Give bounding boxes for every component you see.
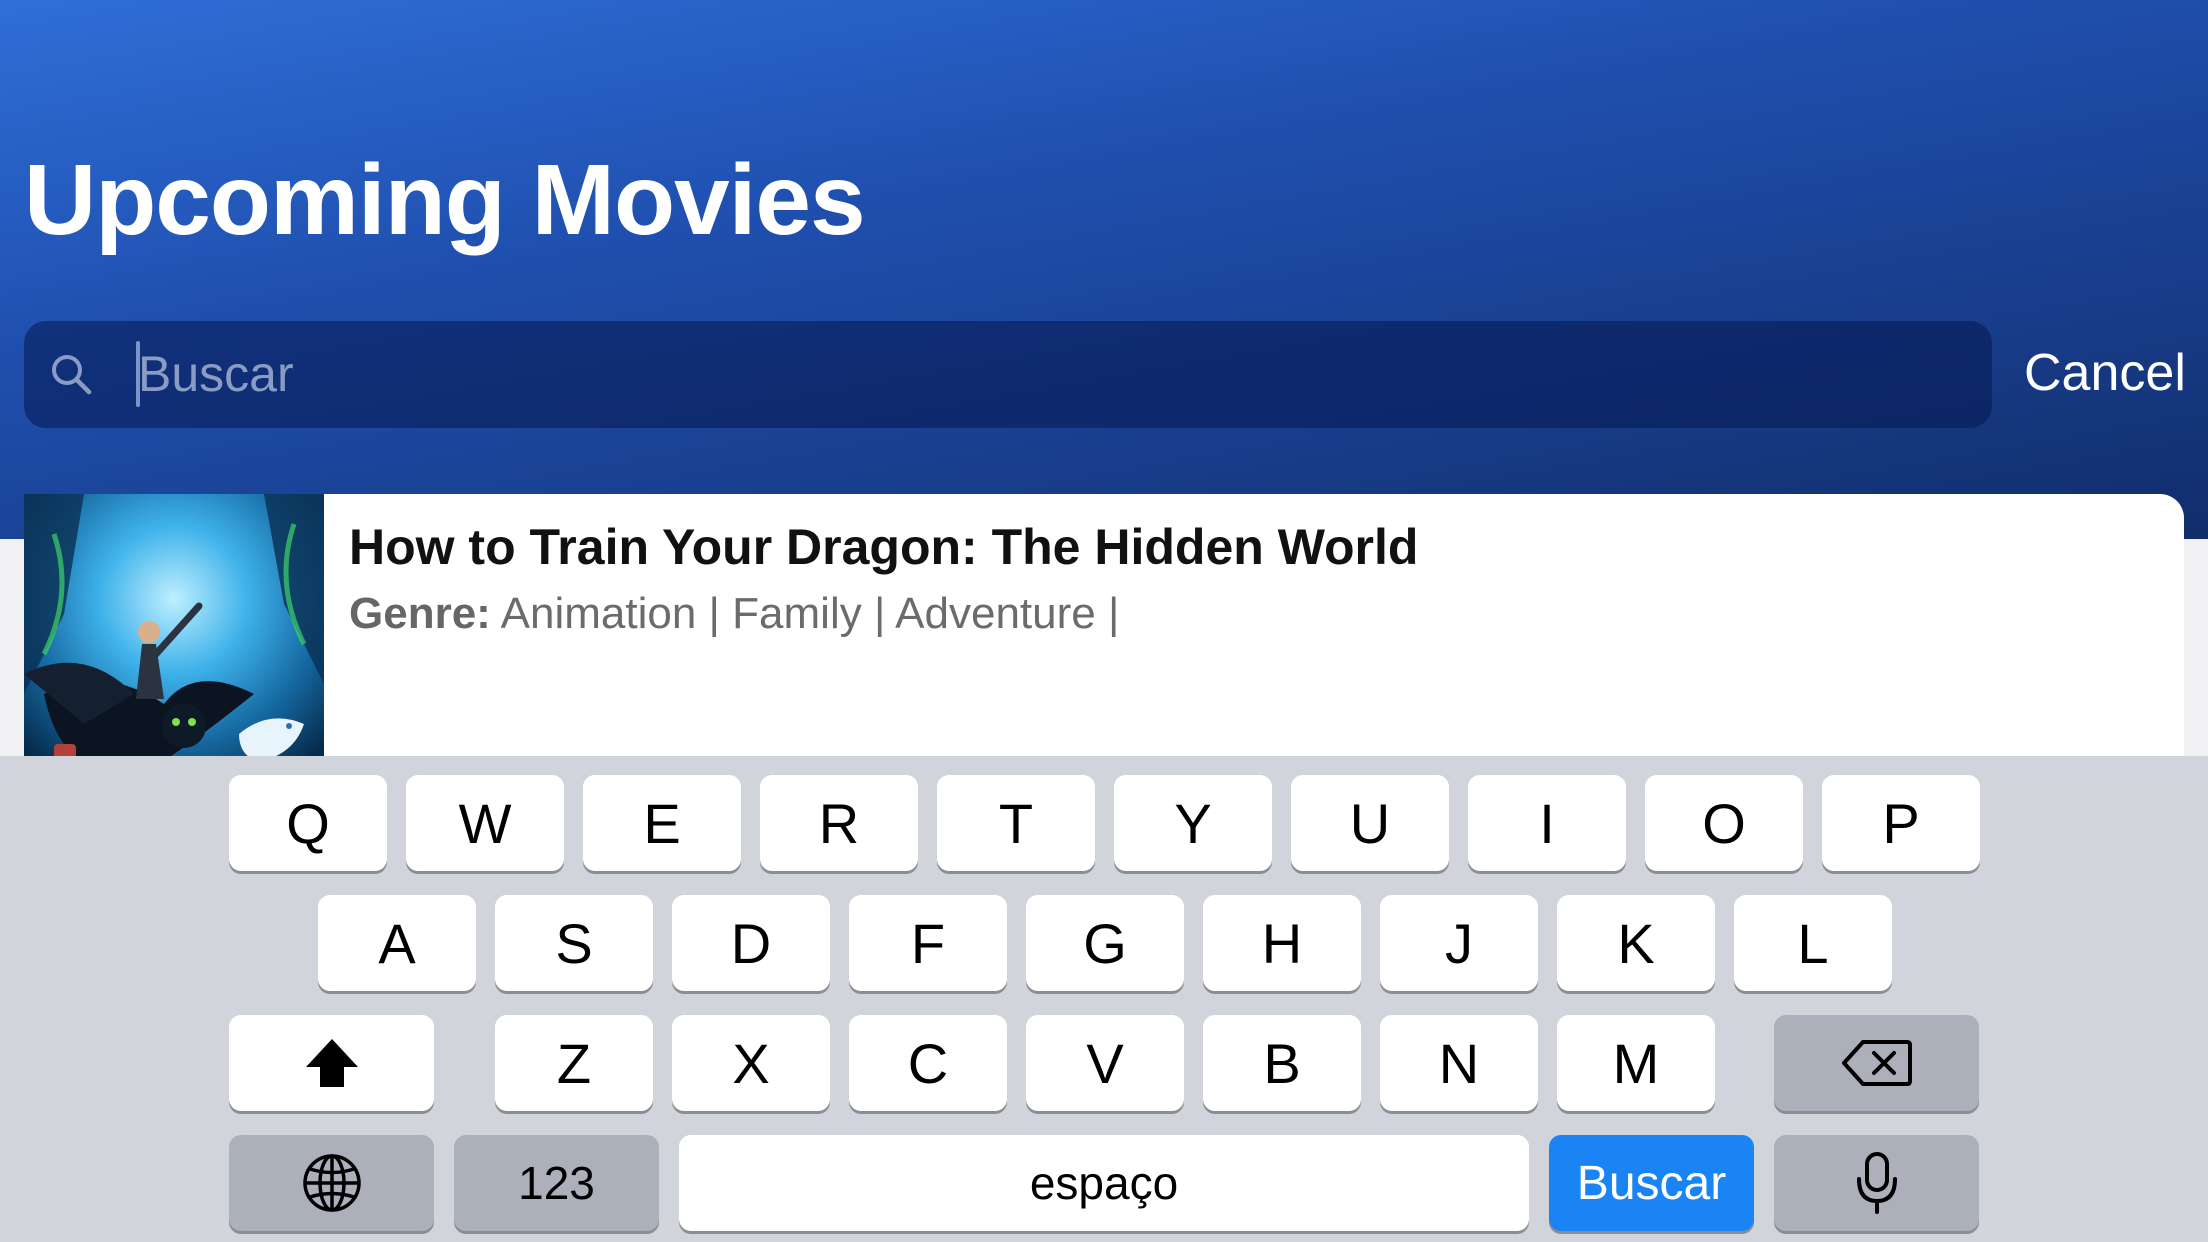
key-j[interactable]: J [1380, 895, 1538, 991]
app-window: Upcoming Movies Buscar Cancel How to Tra… [0, 0, 2208, 1242]
on-screen-keyboard: Q W E R T Y U I O P A S D F G H J K L Z … [0, 756, 2208, 1242]
key-y[interactable]: Y [1114, 775, 1272, 871]
delete-icon [1841, 1040, 1912, 1086]
search-icon [52, 355, 92, 395]
key-h[interactable]: H [1203, 895, 1361, 991]
key-b[interactable]: B [1203, 1015, 1361, 1111]
key-p[interactable]: P [1822, 775, 1980, 871]
key-x[interactable]: X [672, 1015, 830, 1111]
key-a[interactable]: A [318, 895, 476, 991]
key-r[interactable]: R [760, 775, 918, 871]
genre-values: Animation | Family | Adventure | [500, 589, 1120, 638]
movie-poster [24, 494, 324, 794]
shift-key[interactable] [229, 1015, 434, 1111]
key-z[interactable]: Z [495, 1015, 653, 1111]
globe-icon [302, 1154, 361, 1212]
key-c[interactable]: C [849, 1015, 1007, 1111]
numbers-key[interactable]: 123 [454, 1135, 659, 1231]
key-s[interactable]: S [495, 895, 653, 991]
key-g[interactable]: G [1026, 895, 1184, 991]
key-k[interactable]: K [1557, 895, 1715, 991]
page-title: Upcoming Movies [24, 144, 866, 256]
space-key[interactable]: espaço [679, 1135, 1529, 1231]
search-placeholder: Buscar [138, 346, 294, 402]
microphone-icon [1856, 1152, 1897, 1214]
key-m[interactable]: M [1557, 1015, 1715, 1111]
key-w[interactable]: W [406, 775, 564, 871]
key-q[interactable]: Q [229, 775, 387, 871]
header: Upcoming Movies Buscar Cancel [0, 0, 2208, 539]
key-o[interactable]: O [1645, 775, 1803, 871]
movie-list-item[interactable]: How to Train Your Dragon: The Hidden Wor… [24, 494, 2184, 794]
cancel-button[interactable]: Cancel [2024, 338, 2186, 408]
key-l[interactable]: L [1734, 895, 1892, 991]
key-f[interactable]: F [849, 895, 1007, 991]
microphone-key[interactable] [1774, 1135, 1979, 1231]
key-u[interactable]: U [1291, 775, 1449, 871]
key-i[interactable]: I [1468, 775, 1626, 871]
movie-genre: Genre: Animation | Family | Adventure | [349, 586, 1119, 642]
globe-key[interactable] [229, 1135, 434, 1231]
genre-label: Genre: [349, 589, 491, 638]
search-return-key[interactable]: Buscar [1549, 1135, 1754, 1231]
delete-key[interactable] [1774, 1015, 1979, 1111]
key-d[interactable]: D [672, 895, 830, 991]
key-e[interactable]: E [583, 775, 741, 871]
movie-title: How to Train Your Dragon: The Hidden Wor… [349, 519, 1419, 575]
key-v[interactable]: V [1026, 1015, 1184, 1111]
shift-icon [305, 1039, 358, 1087]
key-t[interactable]: T [937, 775, 1095, 871]
search-input[interactable]: Buscar [24, 321, 1992, 428]
key-n[interactable]: N [1380, 1015, 1538, 1111]
